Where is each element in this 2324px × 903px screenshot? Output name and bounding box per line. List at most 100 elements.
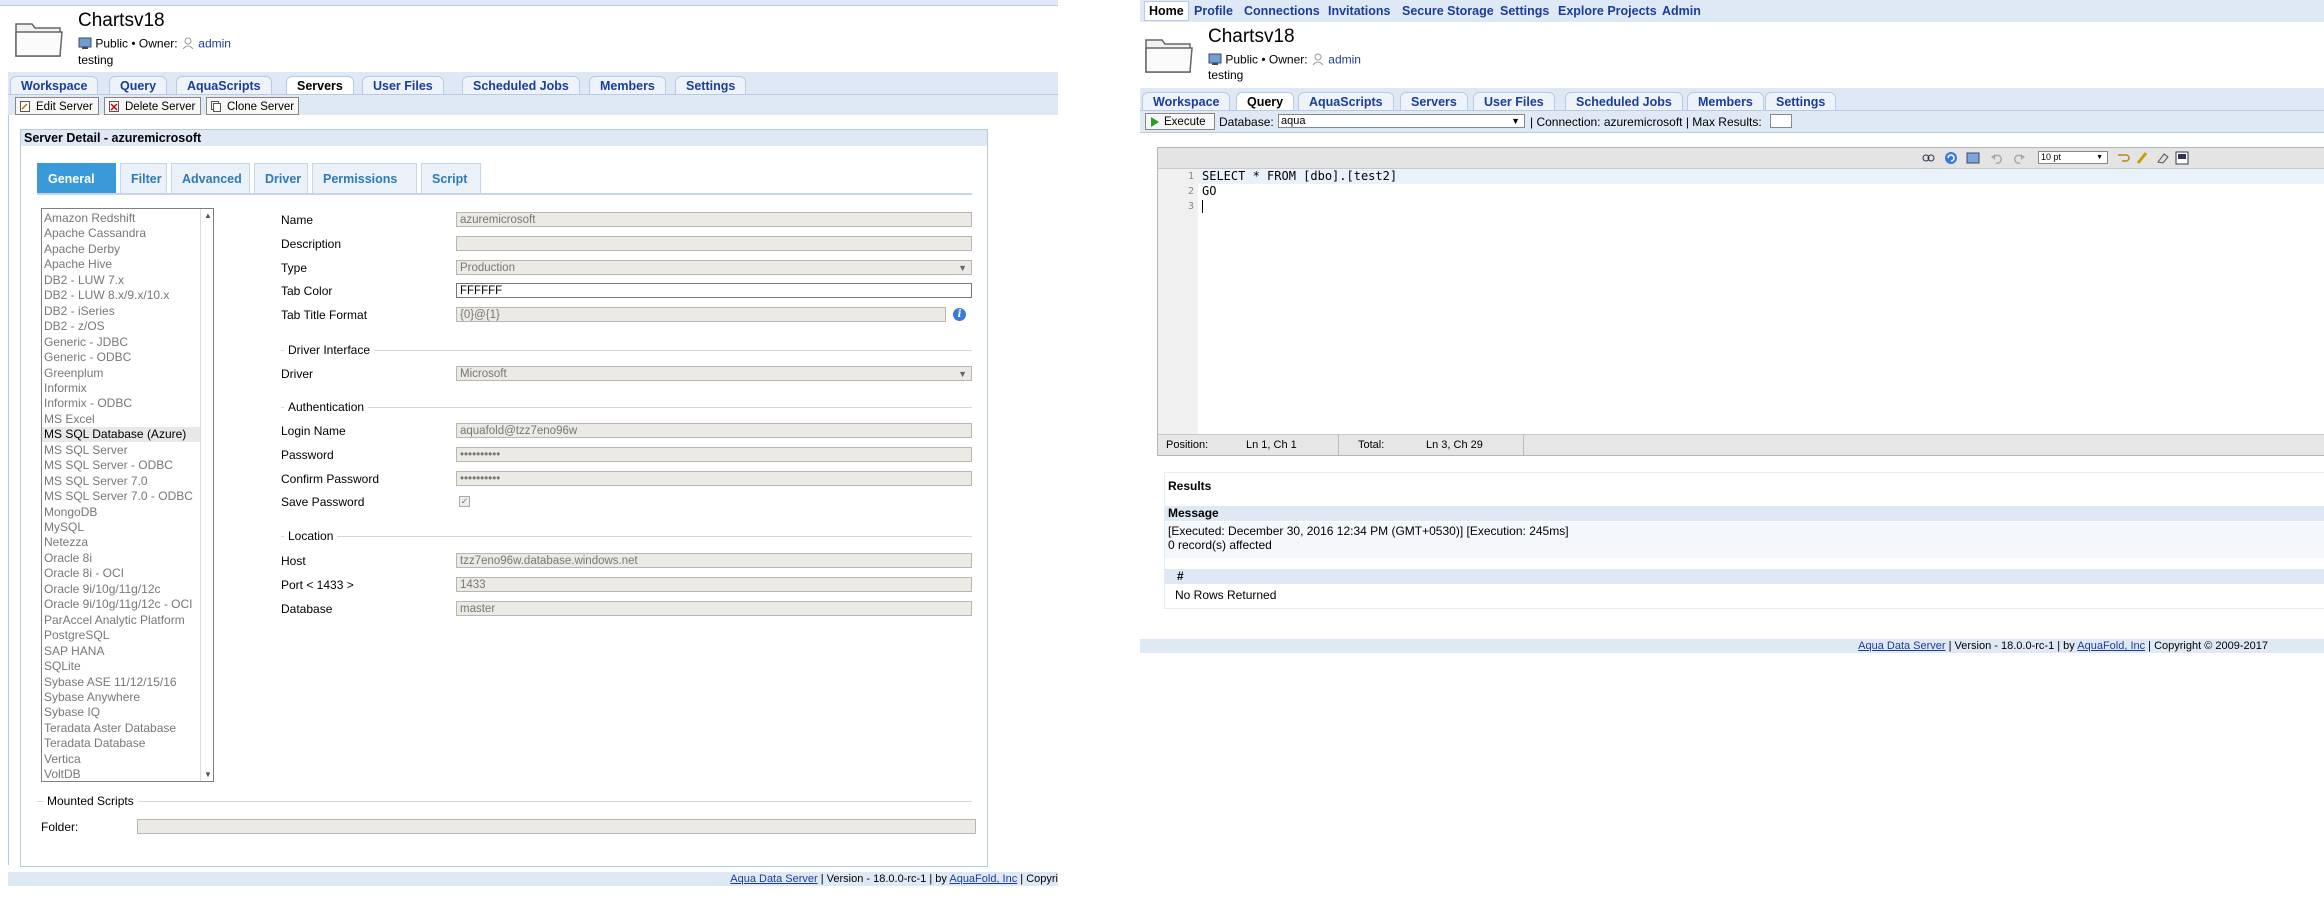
server-type-item[interactable]: Vertica <box>44 752 81 767</box>
tab-servers[interactable]: Servers <box>1400 92 1468 110</box>
server-type-item[interactable]: MongoDB <box>44 505 97 520</box>
server-type-item[interactable]: Oracle 9i/10g/11g/12c <box>44 582 161 597</box>
subtab-filter[interactable]: Filter <box>120 163 167 193</box>
server-type-item[interactable]: Oracle 8i - OCI <box>44 566 124 581</box>
subtab-general[interactable]: General <box>37 163 116 193</box>
code-line[interactable]: GO <box>1202 184 1216 199</box>
highlight-icon[interactable] <box>2135 151 2149 165</box>
server-type-item[interactable]: Apache Derby <box>44 242 120 257</box>
server-type-item[interactable]: Sybase IQ <box>44 705 100 720</box>
folder-field[interactable] <box>137 819 976 834</box>
server-type-item[interactable]: SAP HANA <box>44 644 104 659</box>
tab-scheduled-jobs[interactable]: Scheduled Jobs <box>462 76 580 94</box>
scroll-down-icon[interactable]: ▼ <box>204 770 212 779</box>
listbox-scrollbar[interactable]: ▲ ▼ <box>200 209 213 781</box>
tab-settings[interactable]: Settings <box>1765 92 1837 110</box>
tab-aquascripts[interactable]: AquaScripts <box>1298 92 1394 110</box>
subtab-driver[interactable]: Driver <box>254 163 308 193</box>
port-field[interactable]: 1433 <box>456 577 972 592</box>
nav-secure-storage[interactable]: Secure Storage <box>1402 4 1494 18</box>
server-type-item[interactable]: Amazon Redshift <box>44 211 135 226</box>
nav-home[interactable]: Home <box>1144 1 1189 21</box>
server-type-item[interactable]: Informix - ODBC <box>44 396 132 411</box>
server-type-item[interactable]: DB2 - LUW 8.x/9.x/10.x <box>44 288 169 303</box>
tab-aquascripts[interactable]: AquaScripts <box>176 76 272 94</box>
server-type-item[interactable]: SQLite <box>44 659 81 674</box>
host-field[interactable]: tzz7eno96w.database.windows.net <box>456 553 972 568</box>
server-type-item[interactable]: DB2 - LUW 7.x <box>44 273 124 288</box>
server-type-item[interactable]: MS Excel <box>44 412 95 427</box>
subtab-permissions[interactable]: Permissions <box>312 163 417 193</box>
tab-members[interactable]: Members <box>589 76 666 94</box>
login-name-field[interactable]: aquafold@tzz7eno96w <box>456 423 972 438</box>
tab-servers[interactable]: Servers <box>286 76 354 94</box>
server-type-item[interactable]: Sybase Anywhere <box>44 690 140 705</box>
server-type-item[interactable]: Sybase ASE 11/12/15/16 <box>44 675 177 690</box>
server-type-item[interactable]: Greenplum <box>44 366 103 381</box>
subtab-script[interactable]: Script <box>421 163 481 193</box>
server-type-item[interactable]: Oracle 9i/10g/11g/12c - OCI <box>44 597 193 612</box>
confirm-password-field[interactable]: •••••••••• <box>456 471 972 486</box>
tab-color-input[interactable]: FFFFFF <box>456 283 972 298</box>
server-type-item[interactable]: DB2 - z/OS <box>44 319 105 334</box>
database-field[interactable]: master <box>456 601 972 616</box>
owner-link[interactable]: admin <box>198 37 231 51</box>
server-type-item[interactable]: PostgreSQL <box>44 628 109 643</box>
code-line[interactable]: SELECT * FROM [dbo].[test2] <box>1202 169 1397 184</box>
nav-connections[interactable]: Connections <box>1244 4 1320 18</box>
server-type-item[interactable]: Generic - ODBC <box>44 350 131 365</box>
owner-link[interactable]: admin <box>1328 53 1361 67</box>
tab-user-files[interactable]: User Files <box>362 76 444 94</box>
nav-admin[interactable]: Admin <box>1662 4 1701 18</box>
info-icon[interactable]: i <box>953 308 966 321</box>
server-type-item[interactable]: Oracle 8i <box>44 551 92 566</box>
keyboard-icon[interactable] <box>2175 151 2189 165</box>
font-size-select[interactable]: 10 pt ▼ <box>2038 151 2108 164</box>
server-type-item[interactable]: MS SQL Database (Azure) <box>42 427 200 443</box>
server-type-item[interactable]: VoltDB <box>44 767 81 781</box>
sql-editor[interactable]: 10 pt ▼ 1 2 3 SELECT * FROM [dbo].[test2… <box>1157 147 2324 456</box>
aqua-data-server-link[interactable]: Aqua Data Server <box>730 873 817 885</box>
description-field[interactable] <box>456 236 972 251</box>
server-type-item[interactable]: Teradata Aster Database <box>44 721 176 736</box>
server-type-item[interactable]: Teradata Database <box>44 736 145 751</box>
nav-explore-projects[interactable]: Explore Projects <box>1558 4 1657 18</box>
nav-settings[interactable]: Settings <box>1500 4 1549 18</box>
server-type-item[interactable]: ParAccel Analytic Platform <box>44 613 185 628</box>
find-icon[interactable] <box>1921 151 1935 165</box>
aquafold-link[interactable]: AquaFold, Inc <box>949 873 1017 885</box>
tab-query[interactable]: Query <box>1236 92 1295 110</box>
type-select[interactable]: Production ▼ <box>456 260 972 275</box>
undo-icon[interactable] <box>1990 151 2004 165</box>
nav-invitations[interactable]: Invitations <box>1328 4 1391 18</box>
edit-server-button[interactable]: Edit Server <box>15 97 99 115</box>
tab-scheduled-jobs[interactable]: Scheduled Jobs <box>1565 92 1683 110</box>
wrap-icon[interactable] <box>2116 151 2130 165</box>
server-type-item[interactable]: MySQL <box>44 520 84 535</box>
redo-icon[interactable] <box>2012 151 2026 165</box>
driver-select[interactable]: Microsoft ▼ <box>456 366 972 381</box>
execute-button[interactable]: Execute <box>1145 113 1215 130</box>
aquafold-link[interactable]: AquaFold, Inc <box>2077 640 2145 652</box>
server-type-item[interactable]: MS SQL Server - ODBC <box>44 458 173 473</box>
database-select[interactable]: aqua ▼ <box>1278 114 1525 128</box>
scroll-up-icon[interactable]: ▲ <box>204 211 212 220</box>
server-type-listbox[interactable]: Amazon Redshift Apache Cassandra Apache De… <box>41 208 214 782</box>
password-field[interactable]: •••••••••• <box>456 447 972 462</box>
delete-server-button[interactable]: Delete Server <box>104 97 201 115</box>
max-results-input[interactable] <box>1770 114 1792 128</box>
tab-user-files[interactable]: User Files <box>1473 92 1555 110</box>
tab-settings[interactable]: Settings <box>675 76 747 94</box>
server-type-item[interactable]: Informix <box>44 381 87 396</box>
tab-members[interactable]: Members <box>1687 92 1764 110</box>
nav-profile[interactable]: Profile <box>1194 4 1233 18</box>
server-type-item[interactable]: DB2 - iSeries <box>44 304 115 319</box>
tab-workspace[interactable]: Workspace <box>10 76 99 94</box>
format-icon[interactable] <box>1966 151 1980 165</box>
tab-query[interactable]: Query <box>109 76 168 94</box>
aqua-data-server-link[interactable]: Aqua Data Server <box>1858 640 1945 652</box>
server-type-item[interactable]: Apache Hive <box>44 257 112 272</box>
refresh-icon[interactable] <box>1944 151 1958 165</box>
server-type-item[interactable]: MS SQL Server 7.0 <box>44 474 148 489</box>
server-type-item[interactable]: Generic - JDBC <box>44 335 128 350</box>
